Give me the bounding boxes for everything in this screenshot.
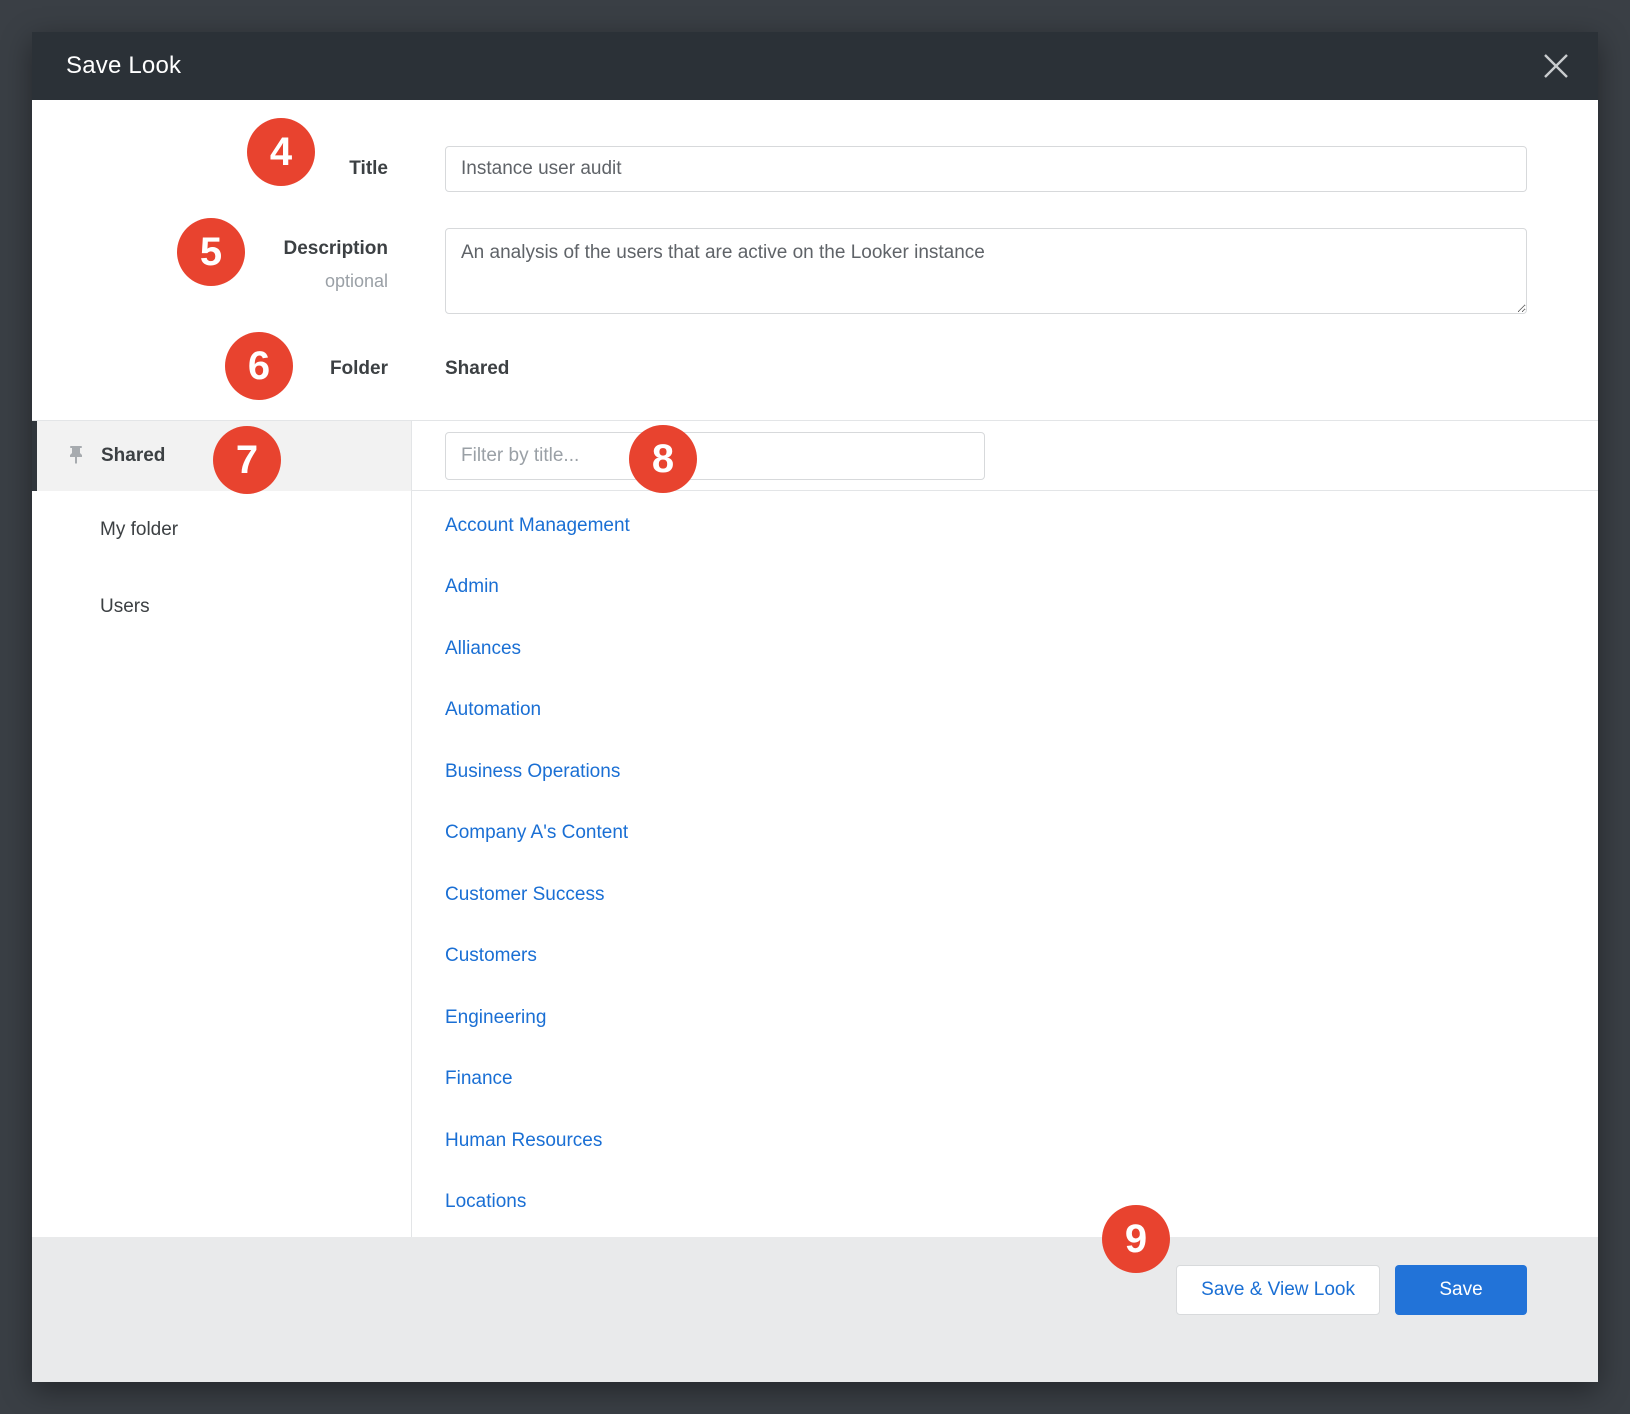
close-icon[interactable]: [1538, 48, 1574, 84]
selected-folder-value: Shared: [445, 354, 509, 384]
sidebar-item-label: Users: [100, 596, 150, 618]
sidebar-item-label: Shared: [101, 445, 165, 467]
sidebar-item-label: My folder: [100, 519, 178, 541]
save-look-dialog: Save Look Title Description optional An …: [32, 32, 1598, 1382]
callout-badge-8: 8: [629, 425, 697, 493]
description-optional-label: optional: [325, 271, 388, 292]
folder-picker-sidebar: Shared My folder Users: [32, 421, 412, 1237]
folder-link[interactable]: Customers: [445, 926, 537, 988]
folder-label: Folder: [330, 358, 388, 380]
folder-list-panel: Account Management Admin Alliances Autom…: [412, 421, 1598, 1237]
folder-link[interactable]: Business Operations: [445, 741, 620, 803]
title-label-box: Title: [32, 146, 388, 192]
callout-badge-4: 4: [247, 118, 315, 186]
folder-label-box: Folder: [32, 354, 388, 384]
callout-badge-9: 9: [1102, 1205, 1170, 1273]
folder-link[interactable]: Customer Success: [445, 864, 604, 926]
page-background: Save Look Title Description optional An …: [0, 0, 1630, 1414]
folder-link[interactable]: Company A's Content: [445, 803, 628, 865]
folder-link[interactable]: Engineering: [445, 987, 546, 1049]
folder-filter-input[interactable]: [445, 432, 985, 480]
folder-list: Account Management Admin Alliances Autom…: [412, 491, 1598, 1233]
dialog-footer: Save & View Look Save: [32, 1237, 1598, 1382]
filter-row: [412, 421, 1598, 491]
save-button[interactable]: Save: [1395, 1265, 1527, 1315]
dialog-header: Save Look: [32, 32, 1598, 100]
folder-link[interactable]: Alliances: [445, 618, 521, 680]
folder-link[interactable]: Finance: [445, 1049, 513, 1111]
save-and-view-look-button[interactable]: Save & View Look: [1176, 1265, 1380, 1315]
sidebar-item-my-folder[interactable]: My folder: [32, 491, 411, 568]
sidebar-item-users[interactable]: Users: [32, 568, 411, 645]
folder-link[interactable]: Admin: [445, 557, 499, 619]
folder-picker: Shared My folder Users Account Managemen…: [32, 421, 1598, 1237]
title-input[interactable]: [445, 146, 1527, 192]
callout-badge-7: 7: [213, 426, 281, 494]
folder-link[interactable]: Automation: [445, 680, 541, 742]
folder-link[interactable]: Account Management: [445, 495, 630, 557]
folder-link[interactable]: Human Resources: [445, 1110, 602, 1172]
callout-badge-5: 5: [177, 218, 245, 286]
title-label: Title: [349, 158, 388, 180]
callout-badge-6: 6: [225, 332, 293, 400]
description-textarea[interactable]: An analysis of the users that are active…: [445, 228, 1527, 314]
dialog-title: Save Look: [66, 52, 181, 80]
pin-icon: [63, 443, 89, 469]
description-label: Description: [283, 238, 388, 260]
folder-link[interactable]: Locations: [445, 1172, 526, 1234]
